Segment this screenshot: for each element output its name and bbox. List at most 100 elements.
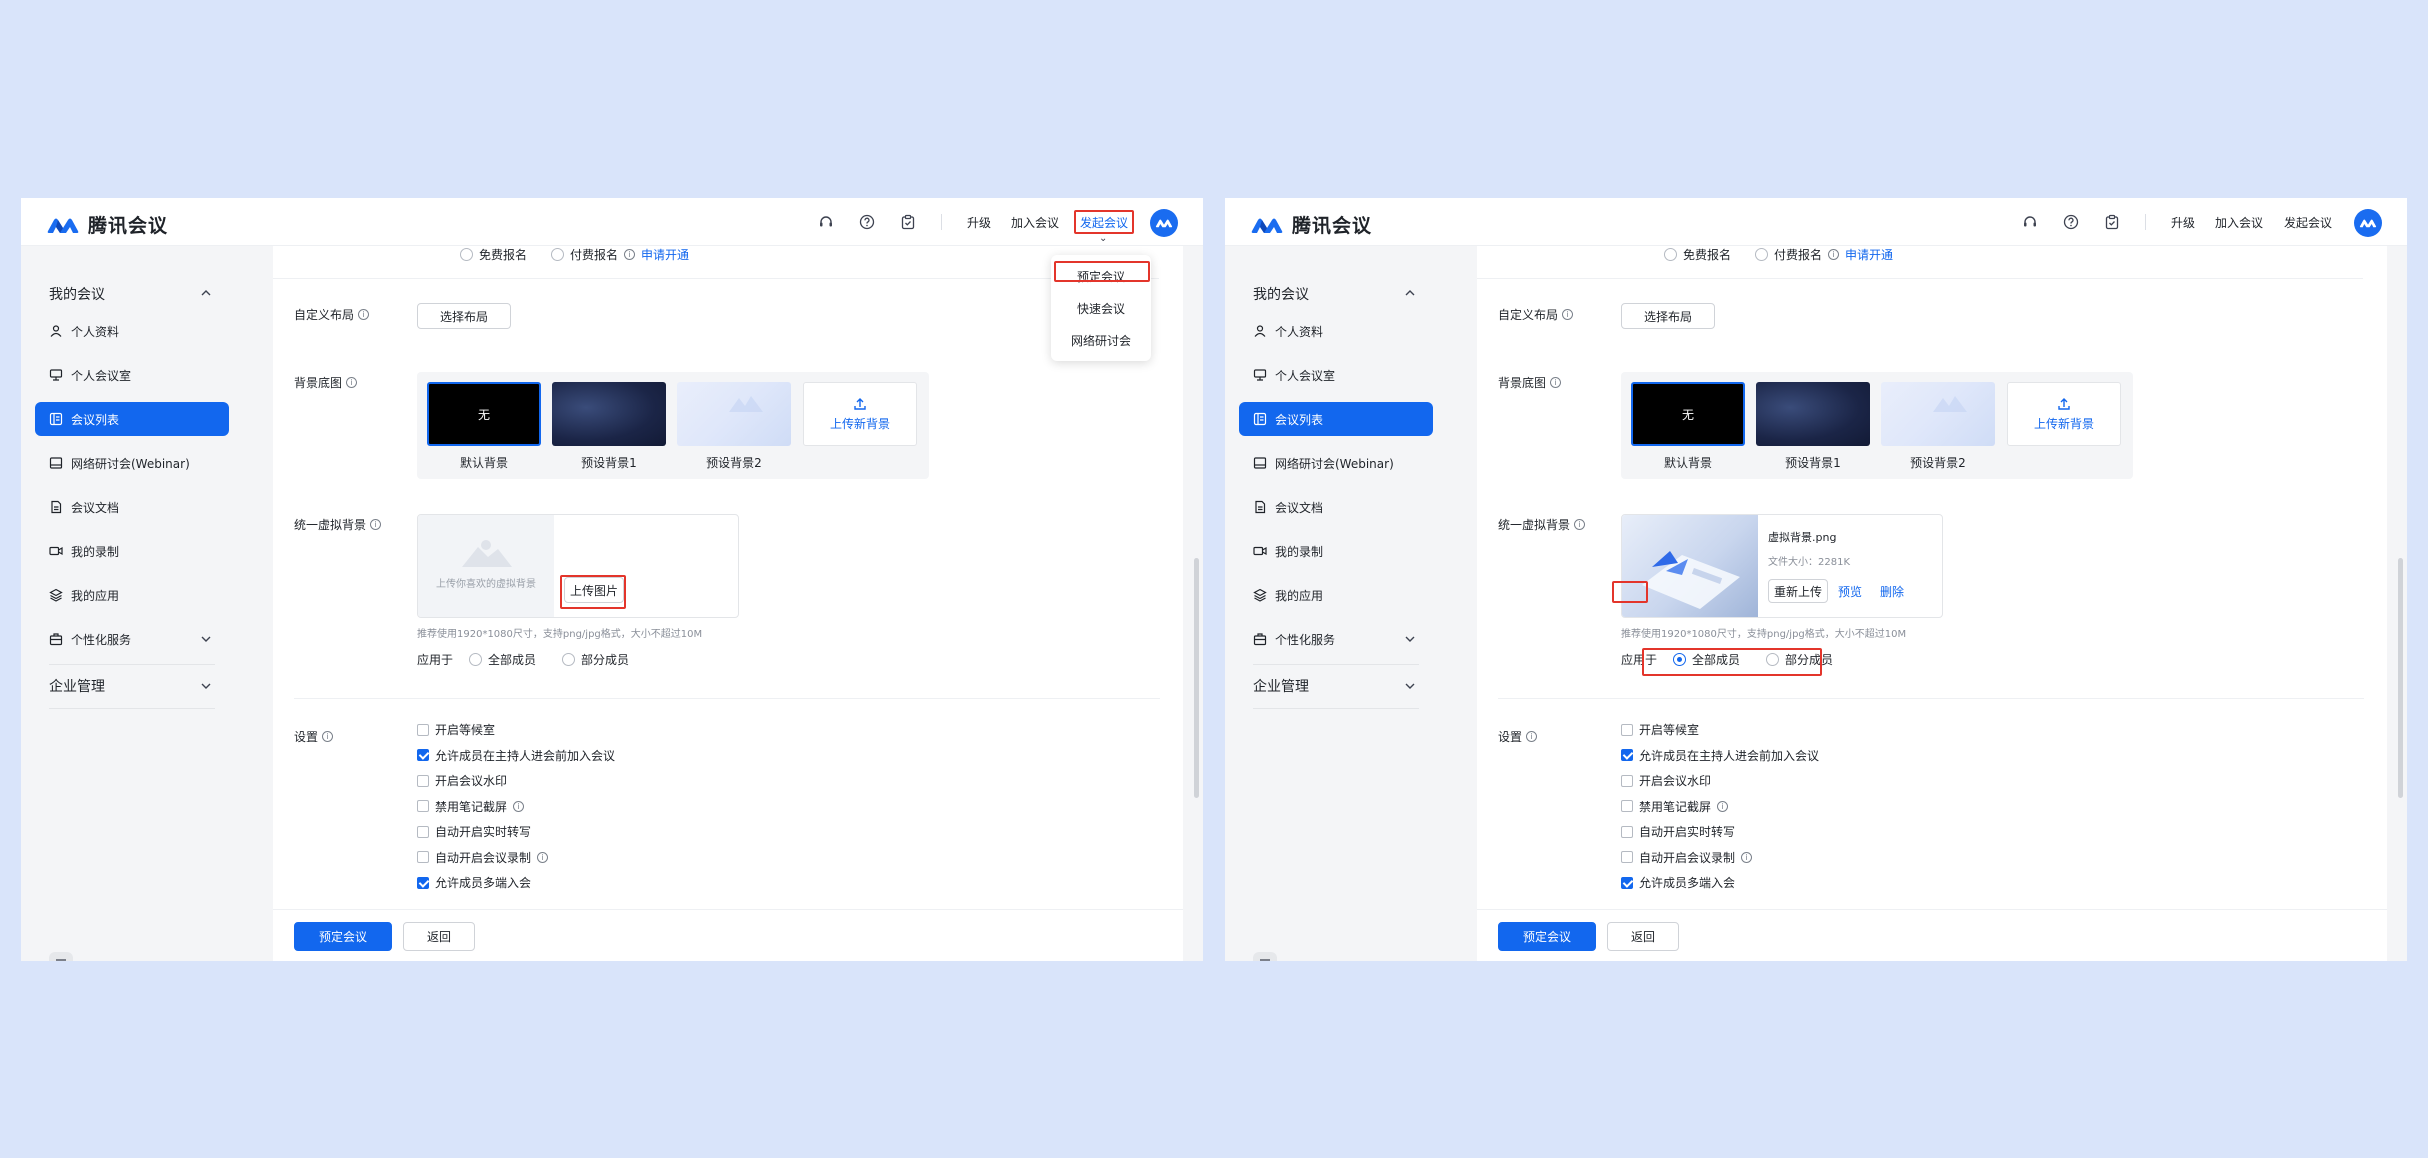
join-meeting-link[interactable]: 加入会议 [1011, 214, 1059, 231]
setting-checkbox[interactable] [417, 876, 429, 889]
join-meeting-link[interactable]: 加入会议 [2215, 214, 2263, 231]
chevron-up-icon[interactable] [1403, 286, 1417, 300]
info-icon[interactable]: i [346, 377, 358, 388]
paid-signup-radio[interactable] [551, 248, 565, 261]
setting-option[interactable]: 开启会议水印 [417, 772, 507, 789]
background-tile-default[interactable]: 无 [1631, 382, 1745, 446]
chevron-up-icon[interactable] [199, 286, 213, 300]
info-icon[interactable]: i [1550, 377, 1562, 388]
virtual-background-thumbnail[interactable] [1622, 515, 1758, 617]
chevron-down-icon[interactable] [1403, 679, 1417, 693]
apply-some-radio[interactable] [1766, 653, 1780, 666]
setting-option[interactable]: 开启等候室 [417, 721, 495, 738]
setting-option[interactable]: 允许成员在主持人进会前加入会议 [417, 747, 615, 764]
choose-layout-button[interactable]: 选择布局 [1621, 303, 1715, 329]
dropdown-menu-item[interactable]: 网络研讨会 [1051, 332, 1151, 349]
info-icon[interactable]: i [370, 519, 382, 530]
start-meeting-link[interactable]: 发起会议 [2284, 214, 2332, 231]
app-logo[interactable]: 腾讯会议 [1250, 211, 1372, 238]
setting-checkbox[interactable] [417, 774, 429, 787]
sidebar-item-meeting-list[interactable]: 会议列表 [1239, 402, 1433, 436]
setting-option[interactable]: 允许成员多端入会 [1621, 874, 1735, 891]
sidebar-group-enterprise[interactable]: 企业管理 [49, 676, 105, 696]
scrollbar[interactable] [1194, 558, 1199, 798]
upgrade-link[interactable]: 升级 [967, 214, 991, 231]
free-signup-radio[interactable] [460, 248, 473, 261]
setting-checkbox[interactable] [417, 749, 429, 761]
setting-option[interactable]: 禁用笔记截屏 i [417, 798, 525, 815]
sidebar-group-my-meetings[interactable]: 我的会议 [1253, 284, 1309, 304]
paid-signup-radio[interactable] [1755, 248, 1769, 261]
setting-option[interactable]: 自动开启会议录制 i [1621, 849, 1753, 866]
scrollbar[interactable] [2398, 558, 2403, 798]
todo-clipboard-icon[interactable] [898, 212, 918, 232]
sidebar-item-apps[interactable]: 我的应用 [1239, 578, 1433, 612]
info-icon[interactable]: i [358, 309, 370, 320]
info-icon[interactable]: i [1574, 519, 1586, 530]
sidebar-item-personal-room[interactable]: 个人会议室 [1239, 358, 1433, 392]
background-tile-preset-2[interactable] [1881, 382, 1995, 446]
sidebar-item-apps[interactable]: 我的应用 [35, 578, 229, 612]
upload-image-button[interactable]: 上传图片 [564, 577, 624, 603]
collapse-sidebar-button[interactable] [1253, 952, 1277, 961]
apply-all-radio[interactable] [469, 653, 483, 666]
sidebar-item-documents[interactable]: 会议文档 [1239, 490, 1433, 524]
app-logo[interactable]: 腾讯会议 [46, 211, 168, 238]
setting-option[interactable]: 禁用笔记截屏 i [1621, 798, 1729, 815]
setting-checkbox[interactable] [1621, 800, 1633, 812]
apply-link[interactable]: 申请开通 [641, 246, 689, 263]
setting-checkbox[interactable] [1621, 851, 1633, 863]
delete-link[interactable]: 删除 [1880, 583, 1904, 600]
setting-option[interactable]: 自动开启实时转写 [417, 823, 531, 840]
sidebar-item-profile[interactable]: 个人资料 [1239, 314, 1433, 348]
upload-background-button[interactable]: 上传新背景 [2007, 382, 2121, 446]
setting-option[interactable]: 允许成员在主持人进会前加入会议 [1621, 747, 1819, 764]
apply-all-radio[interactable] [1673, 653, 1687, 666]
setting-option[interactable]: 自动开启会议录制 i [417, 849, 549, 866]
info-icon[interactable]: i [1828, 249, 1840, 260]
apply-some-radio[interactable] [562, 653, 576, 666]
free-signup-radio[interactable] [1664, 248, 1677, 261]
setting-checkbox[interactable] [417, 851, 429, 863]
chevron-down-icon[interactable] [1403, 632, 1417, 646]
setting-checkbox[interactable] [1621, 749, 1633, 761]
info-icon[interactable]: i [513, 800, 525, 812]
dropdown-menu-item[interactable]: 快速会议 [1051, 300, 1151, 317]
sidebar-item-meeting-list[interactable]: 会议列表 [35, 402, 229, 436]
back-button[interactable]: 返回 [403, 922, 475, 951]
sidebar-item-webinar[interactable]: 网络研讨会(Webinar) [35, 446, 229, 480]
setting-checkbox[interactable] [417, 825, 429, 838]
background-tile-default[interactable]: 无 [427, 382, 541, 446]
back-button[interactable]: 返回 [1607, 922, 1679, 951]
setting-checkbox[interactable] [1621, 876, 1633, 889]
setting-checkbox[interactable] [1621, 825, 1633, 838]
info-icon[interactable]: i [537, 851, 549, 863]
setting-option[interactable]: 开启会议水印 [1621, 772, 1711, 789]
schedule-meeting-button[interactable]: 预定会议 [294, 922, 392, 951]
setting-checkbox[interactable] [417, 723, 429, 736]
preview-link[interactable]: 预览 [1838, 583, 1862, 600]
help-icon[interactable] [2061, 212, 2081, 232]
headset-support-icon[interactable] [816, 212, 836, 232]
background-tile-preset-2[interactable] [677, 382, 791, 446]
headset-support-icon[interactable] [2020, 212, 2040, 232]
avatar[interactable] [2354, 209, 2382, 237]
upgrade-link[interactable]: 升级 [2171, 214, 2195, 231]
sidebar-group-enterprise[interactable]: 企业管理 [1253, 676, 1309, 696]
sidebar-group-my-meetings[interactable]: 我的会议 [49, 284, 105, 304]
collapse-sidebar-button[interactable] [49, 952, 73, 961]
info-icon[interactable]: i [1526, 731, 1538, 742]
sidebar-item-documents[interactable]: 会议文档 [35, 490, 229, 524]
dropdown-menu-item[interactable]: 预定会议 [1051, 268, 1151, 285]
sidebar-item-recordings[interactable]: 我的录制 [35, 534, 229, 568]
setting-option[interactable]: 开启等候室 [1621, 721, 1699, 738]
avatar[interactable] [1150, 209, 1178, 237]
start-meeting-link[interactable]: 发起会议 [1080, 214, 1128, 231]
upload-background-button[interactable]: 上传新背景 [803, 382, 917, 446]
chevron-down-icon[interactable] [199, 679, 213, 693]
chevron-down-icon[interactable] [199, 632, 213, 646]
setting-checkbox[interactable] [1621, 723, 1633, 736]
info-icon[interactable]: i [1741, 851, 1753, 863]
schedule-meeting-button[interactable]: 预定会议 [1498, 922, 1596, 951]
sidebar-item-personal-room[interactable]: 个人会议室 [35, 358, 229, 392]
